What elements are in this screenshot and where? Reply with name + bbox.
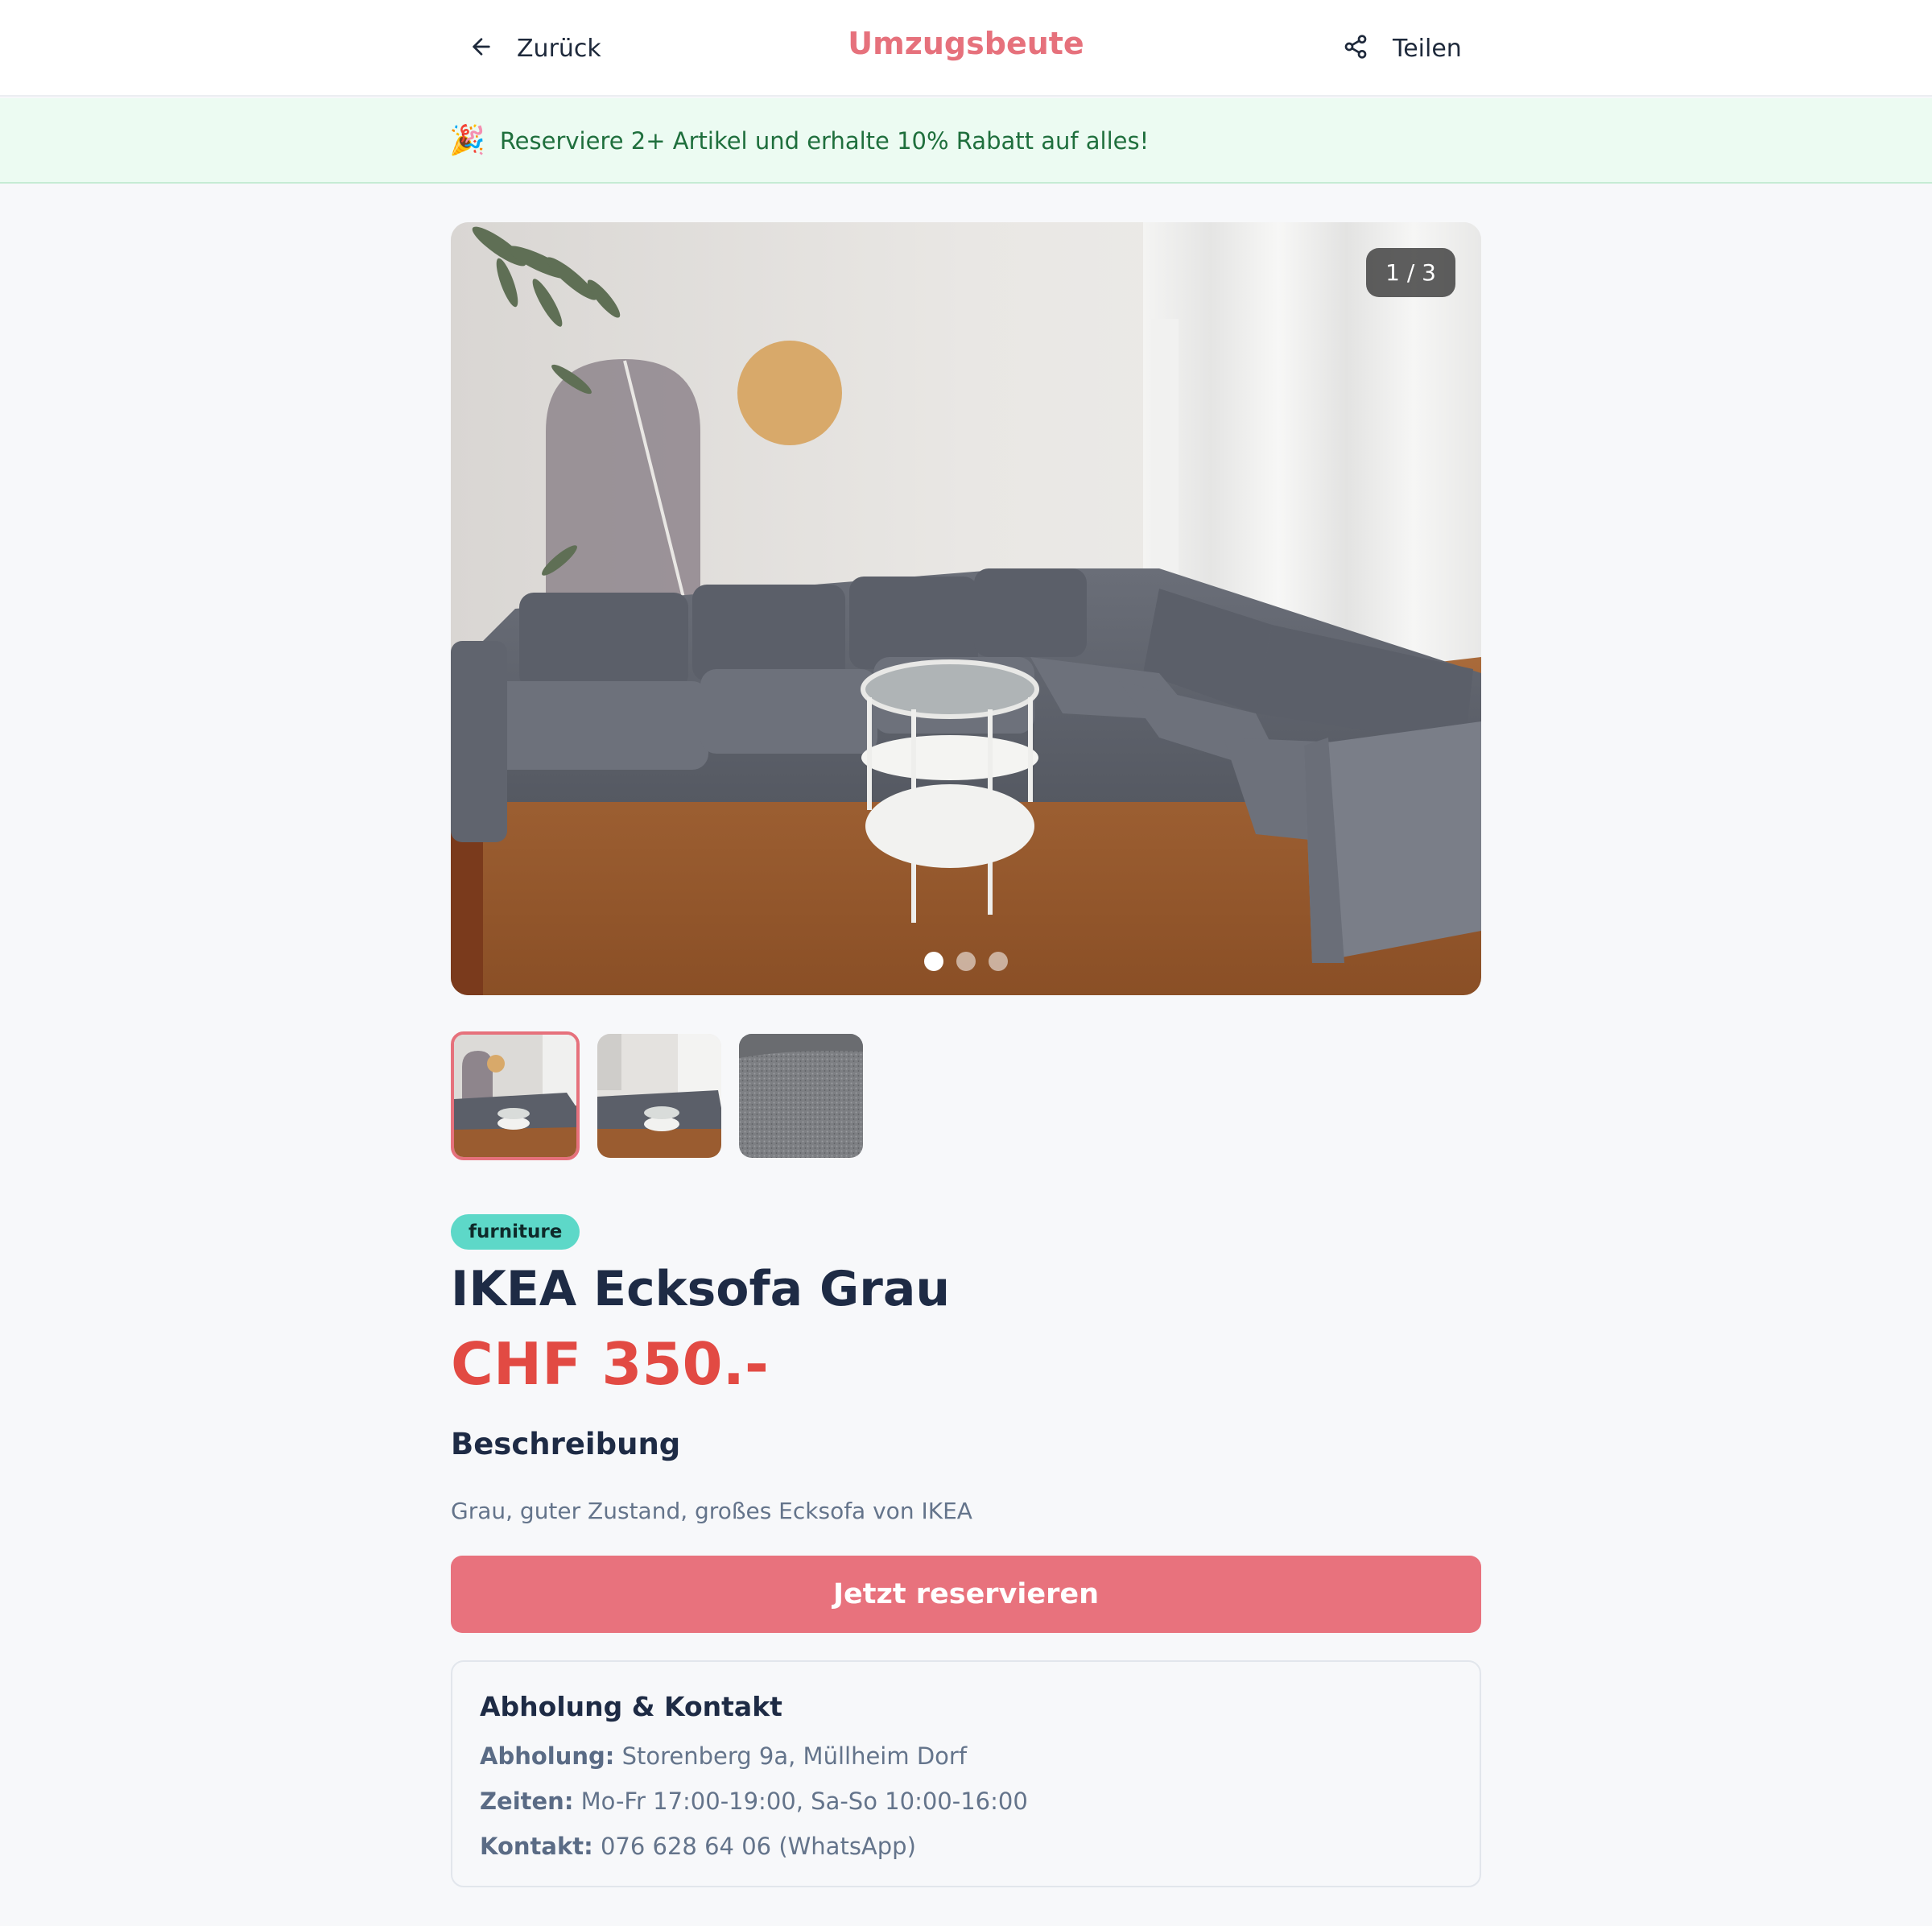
product-photo-sofa: [451, 222, 1481, 995]
carousel-dot[interactable]: [989, 952, 1008, 971]
party-popper-icon: 🎉: [449, 124, 485, 157]
category-badge: furniture: [451, 1214, 580, 1250]
product-title: IKEA Ecksofa Grau: [451, 1261, 951, 1317]
brand-logo: Umzugsbeute: [848, 26, 1084, 61]
image-gallery[interactable]: 1 / 3: [451, 222, 1481, 995]
share-label: Teilen: [1393, 34, 1462, 63]
share-button[interactable]: Teilen: [1343, 27, 1462, 69]
promo-text: Reserviere 2+ Artikel und erhalte 10% Ra…: [499, 127, 1150, 155]
thumbnail-1[interactable]: [451, 1031, 580, 1160]
thumbnail-2[interactable]: [597, 1034, 721, 1158]
pickup-hours-row: Zeiten: Mo-Fr 17:00-19:00, Sa-So 10:00-1…: [480, 1788, 1028, 1815]
pickup-contact-row: Kontakt: 076 628 64 06 (WhatsApp): [480, 1833, 916, 1860]
description-text: Grau, guter Zustand, großes Ecksofa von …: [451, 1498, 972, 1524]
back-label: Zurück: [517, 34, 601, 63]
pickup-address-label: Abholung:: [480, 1742, 615, 1770]
pickup-contact[interactable]: 076 628 64 06 (WhatsApp): [601, 1833, 916, 1860]
pickup-address: Storenberg 9a, Müllheim Dorf: [621, 1742, 968, 1770]
share-icon: [1343, 34, 1368, 63]
top-bar: Zurück Umzugsbeute Teilen: [0, 0, 1932, 97]
reserve-button[interactable]: Jetzt reservieren: [451, 1556, 1481, 1633]
description-heading: Beschreibung: [451, 1427, 681, 1461]
carousel-dot[interactable]: [924, 952, 943, 971]
carousel-dot[interactable]: [956, 952, 976, 971]
pickup-heading: Abholung & Kontakt: [480, 1691, 782, 1722]
pickup-contact-label: Kontakt:: [480, 1833, 593, 1860]
pickup-contact-card: Abholung & Kontakt Abholung: Storenberg …: [451, 1660, 1481, 1887]
pickup-address-row: Abholung: Storenberg 9a, Müllheim Dorf: [480, 1742, 967, 1770]
arrow-left-icon: [469, 34, 494, 63]
back-button[interactable]: Zurück: [469, 27, 601, 69]
pickup-hours-label: Zeiten:: [480, 1788, 574, 1815]
thumbnail-strip: [451, 1031, 863, 1160]
image-counter: 1 / 3: [1366, 248, 1455, 297]
thumbnail-3[interactable]: [739, 1034, 863, 1158]
product-price: CHF 350.-: [451, 1330, 769, 1398]
pickup-hours: Mo-Fr 17:00-19:00, Sa-So 10:00-16:00: [580, 1788, 1028, 1815]
promo-banner: 🎉 Reserviere 2+ Artikel und erhalte 10% …: [0, 98, 1932, 184]
carousel-dots: [451, 952, 1481, 971]
